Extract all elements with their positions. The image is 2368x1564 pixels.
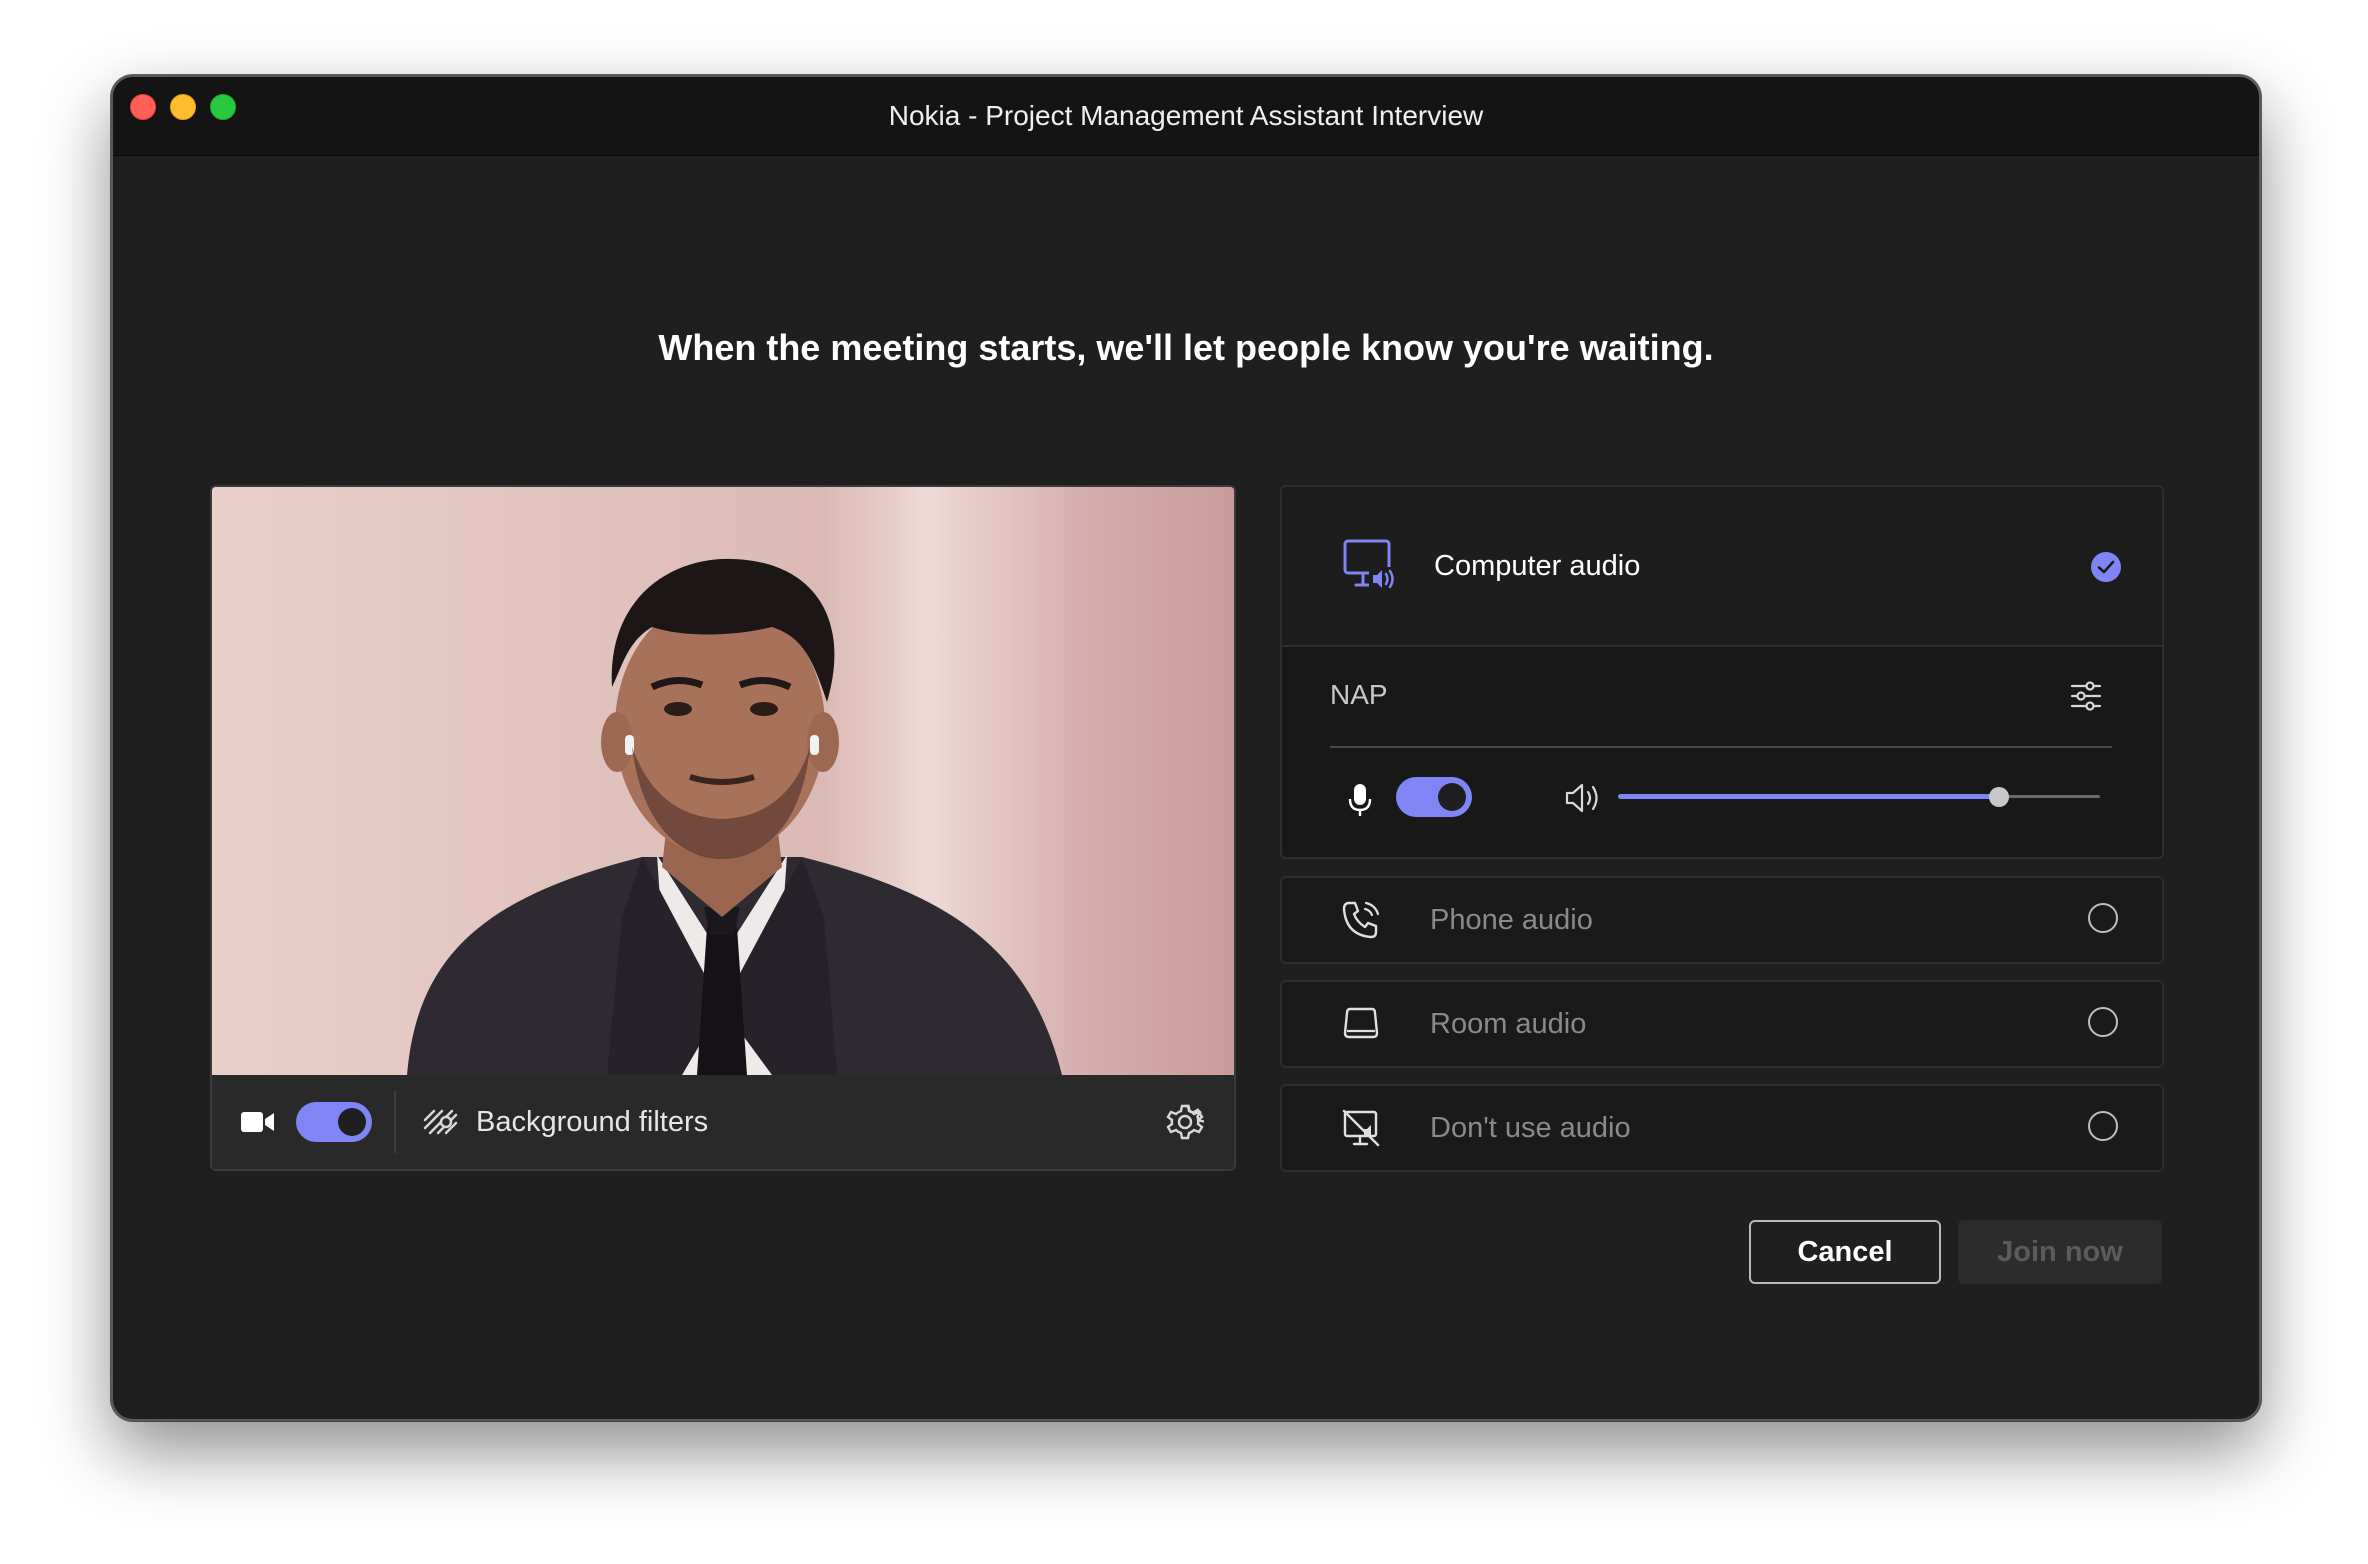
room-audio-radio[interactable] — [2088, 1007, 2118, 1037]
microphone-toggle[interactable] — [1396, 777, 1472, 817]
computer-audio-option[interactable]: Computer audio — [1282, 487, 2162, 647]
no-audio-label: Don't use audio — [1430, 1112, 1631, 1144]
camera-icon — [241, 1112, 274, 1132]
controls-divider — [394, 1091, 396, 1153]
no-audio-option[interactable]: Don't use audio — [1280, 1084, 2164, 1172]
room-audio-icon — [1343, 1007, 1379, 1039]
camera-preview-image — [212, 487, 1234, 1075]
cancel-button[interactable]: Cancel — [1749, 1220, 1941, 1284]
no-audio-radio[interactable] — [2088, 1111, 2118, 1141]
volume-slider-thumb[interactable] — [1988, 787, 2009, 807]
phone-audio-radio[interactable] — [2088, 903, 2118, 933]
video-controls-bar: Background filters — [212, 1075, 1234, 1169]
phone-audio-icon — [1342, 901, 1380, 939]
meeting-prejoin-window: Nokia - Project Management Assistant Int… — [111, 75, 2261, 1421]
device-settings-gear-icon[interactable] — [1166, 1103, 1204, 1141]
phone-audio-label: Phone audio — [1430, 904, 1593, 936]
background-filters-button[interactable]: Background filters — [476, 1075, 708, 1169]
room-audio-label: Room audio — [1430, 1008, 1587, 1040]
background-filters-icon — [423, 1109, 458, 1135]
room-audio-option[interactable]: Room audio — [1280, 980, 2164, 1068]
computer-audio-card[interactable]: Computer audio NAP — [1280, 485, 2164, 859]
microphone-icon — [1348, 784, 1372, 816]
video-preview-card: Background filters — [210, 485, 1236, 1171]
camera-preview — [212, 487, 1234, 1075]
camera-toggle[interactable] — [296, 1102, 372, 1142]
camera-toggle-knob — [338, 1108, 366, 1136]
waiting-message: When the meeting starts, we'll let peopl… — [658, 327, 1714, 368]
audio-device-name: NAP — [1330, 679, 1388, 710]
microphone-toggle-knob — [1438, 783, 1466, 811]
no-audio-icon — [1342, 1109, 1380, 1147]
speaker-volume-icon — [1565, 783, 1598, 813]
phone-audio-option[interactable]: Phone audio — [1280, 876, 2164, 964]
audio-device-settings-icon[interactable] — [2070, 681, 2102, 711]
window-title: Nokia - Project Management Assistant Int… — [888, 100, 1484, 131]
volume-slider-fill — [1618, 794, 1999, 799]
computer-audio-icon — [1343, 539, 1398, 593]
join-now-button[interactable]: Join now — [1958, 1220, 2162, 1284]
title-bar: Nokia - Project Management Assistant Int… — [113, 77, 2259, 156]
device-divider — [1330, 746, 2112, 748]
computer-audio-label: Computer audio — [1434, 550, 1641, 582]
computer-audio-selected-check-icon — [2091, 552, 2121, 582]
speaker-volume-slider[interactable] — [1618, 775, 2100, 819]
